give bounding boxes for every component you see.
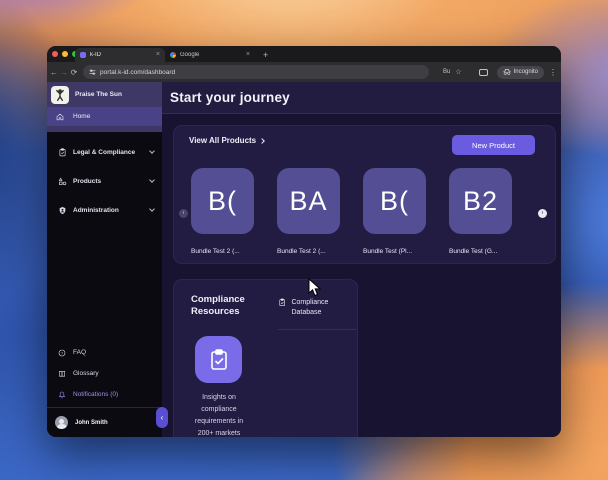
sidebar-item-home[interactable]: Home (47, 107, 162, 126)
user-name: John Smith (75, 420, 108, 426)
bookmark-star-icon[interactable]: ☆ (455, 68, 461, 76)
incognito-icon (503, 69, 511, 75)
menu-dots-icon[interactable]: ⋮ (549, 68, 557, 77)
sidebar-collapse-button[interactable]: ‹ (156, 407, 168, 428)
product-tile[interactable]: B( (191, 168, 254, 234)
incognito-label: Incognito (514, 69, 538, 75)
sidebar-item-products[interactable]: Products (47, 171, 162, 191)
brand-logo (51, 86, 69, 104)
carousel-left-button[interactable]: ‹ (179, 209, 188, 218)
avatar (55, 416, 68, 429)
tab-kid[interactable]: k-ID × (75, 48, 165, 62)
product-label: Bundle Test 2 (... (191, 248, 254, 255)
carousel-right-button[interactable]: › (538, 209, 547, 218)
product-tiles: B( BA B( B2 (191, 168, 512, 234)
browser-window: k-ID × Google × + ← → ⟳ portal.k-id.com/… (47, 46, 561, 437)
book-icon (58, 370, 66, 378)
chevron-right-icon (259, 138, 265, 144)
clipboard-check-icon (207, 348, 231, 372)
shapes-icon (58, 177, 67, 186)
sidebar-item-administration[interactable]: Administration (47, 200, 162, 220)
product-initials: B( (208, 186, 237, 217)
clipboard-check-icon (278, 298, 286, 307)
chevron-down-icon (149, 148, 155, 154)
sidebar-item-faq[interactable]: ? FAQ (47, 342, 162, 363)
product-label: Bundle Test (Pl... (363, 248, 426, 255)
close-window-button[interactable] (52, 51, 58, 57)
sidebar-footer: ? FAQ Glossary Notifications (0) Joh (47, 342, 162, 437)
tab-google[interactable]: Google × (165, 48, 255, 62)
brand-row: Praise The Sun (47, 82, 162, 107)
question-icon: ? (58, 349, 66, 357)
main-content: Start your journey View All Products New… (162, 82, 561, 437)
sidebar-item-label: Legal & Compliance (73, 149, 150, 156)
toolbar-right: Bu ☆ Incognito ⋮ (443, 62, 557, 82)
product-label: Bundle Test (G... (449, 248, 512, 255)
page-header: Start your journey (162, 82, 561, 114)
compliance-card: Compliance Resources Compliance Database… (173, 279, 358, 437)
tab-title: Google (180, 52, 246, 58)
sidebar-nav: Legal & Compliance Products Administrati… (47, 142, 162, 220)
sidebar-item-label: Administration (73, 207, 150, 214)
product-initials: B( (380, 186, 409, 217)
product-tile[interactable]: B2 (449, 168, 512, 234)
tab-compliance-database[interactable]: Compliance Database (278, 298, 356, 330)
view-all-products-link[interactable]: View All Products (189, 136, 264, 145)
sidebar-item-label: Home (73, 113, 90, 120)
view-all-label: View All Products (189, 136, 256, 145)
kid-favicon-icon (80, 52, 86, 58)
product-tile[interactable]: B( (363, 168, 426, 234)
brand-name: Praise The Sun (75, 91, 122, 98)
url-text: portal.k-id.com/dashboard (100, 69, 175, 76)
page-title: Start your journey (170, 90, 290, 105)
sidebar-header: Praise The Sun Home (47, 82, 162, 132)
user-profile[interactable]: John Smith (47, 408, 162, 437)
svg-text:?: ? (61, 351, 63, 355)
product-label: Bundle Test 2 (... (277, 248, 340, 255)
products-card: View All Products New Product B( BA B( B… (173, 125, 556, 264)
clipboard-icon (58, 148, 67, 157)
compliance-description: Insights on compliance requirements in 2… (190, 392, 248, 437)
sidebar-item-label: FAQ (73, 349, 86, 356)
close-tab-icon[interactable]: × (246, 52, 250, 58)
extension-badge[interactable]: Bu (443, 69, 450, 75)
product-initials: BA (289, 186, 327, 217)
incognito-badge: Incognito (497, 66, 544, 79)
minimize-window-button[interactable] (62, 51, 68, 57)
bell-icon (58, 391, 66, 399)
home-icon (56, 113, 64, 121)
desktop: k-ID × Google × + ← → ⟳ portal.k-id.com/… (0, 0, 608, 480)
reload-icon[interactable]: ⟳ (69, 68, 79, 77)
sidebar-item-label: Notifications (0) (73, 391, 118, 398)
mouse-cursor (308, 278, 321, 297)
new-product-button[interactable]: New Product (452, 135, 535, 155)
new-tab-button[interactable]: + (263, 50, 268, 60)
product-initials: B2 (463, 186, 498, 217)
sidebar-item-notifications[interactable]: Notifications (0) (47, 384, 162, 405)
sidebar-item-label: Products (73, 178, 150, 185)
tab-title: k-ID (90, 52, 156, 58)
tab-search-icon[interactable] (479, 69, 488, 76)
sidebar-item-label: Glossary (73, 370, 99, 377)
sidebar: Praise The Sun Home Legal & Compliance (47, 82, 162, 437)
tune-icon[interactable] (89, 69, 96, 76)
address-bar[interactable]: portal.k-id.com/dashboard (83, 65, 429, 79)
product-tile[interactable]: BA (277, 168, 340, 234)
back-icon[interactable]: ← (49, 68, 59, 77)
sidebar-item-legal-compliance[interactable]: Legal & Compliance (47, 142, 162, 162)
app-content: Praise The Sun Home Legal & Compliance (47, 82, 561, 437)
google-favicon-icon (170, 52, 176, 58)
forward-icon[interactable]: → (59, 68, 69, 77)
compliance-title: Compliance Resources (191, 294, 267, 318)
compliance-database-tile[interactable] (195, 336, 242, 383)
chevron-down-icon (149, 177, 155, 183)
chevron-down-icon (149, 206, 155, 212)
sidebar-item-glossary[interactable]: Glossary (47, 363, 162, 384)
close-tab-icon[interactable]: × (156, 52, 160, 58)
shield-icon (58, 206, 67, 215)
tab-bar: k-ID × Google × + (47, 46, 561, 62)
tab-label: Compliance Database (291, 298, 356, 318)
product-labels: Bundle Test 2 (... Bundle Test 2 (... Bu… (191, 248, 512, 255)
